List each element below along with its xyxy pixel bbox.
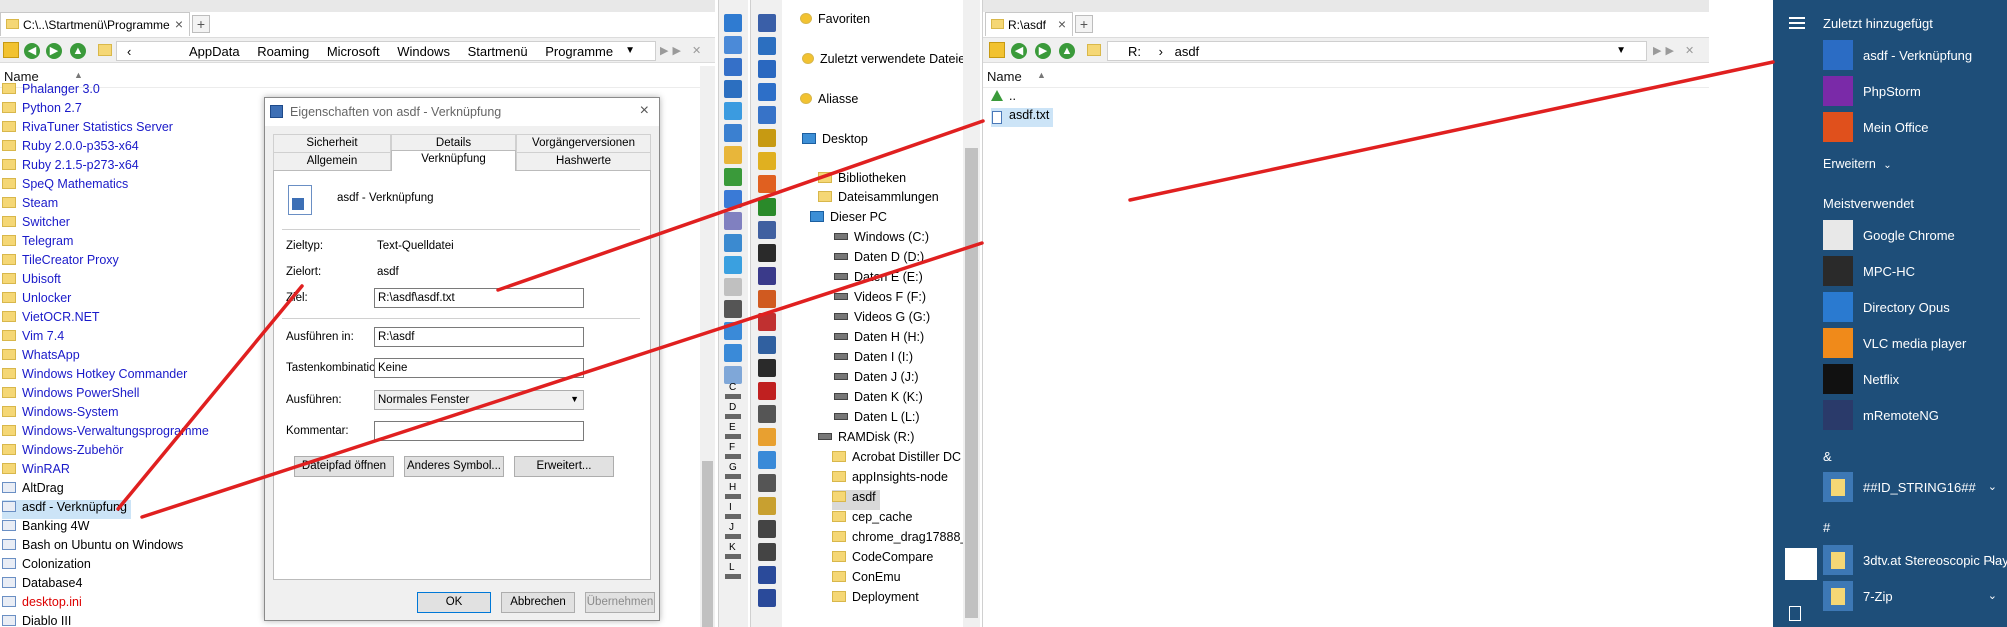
tab-verknuepfung[interactable]: Verknüpfung [391, 150, 516, 171]
annotation-line [140, 241, 984, 519]
tab-label: Verknüpfung [421, 153, 486, 165]
annotation-lines [116, 60, 1775, 519]
desktop-screen: C:\..\Startmenü\Programme × + ◀ ▶ ▲ ‹ Ap… [0, 0, 2007, 627]
annotation-line [1128, 60, 1775, 202]
